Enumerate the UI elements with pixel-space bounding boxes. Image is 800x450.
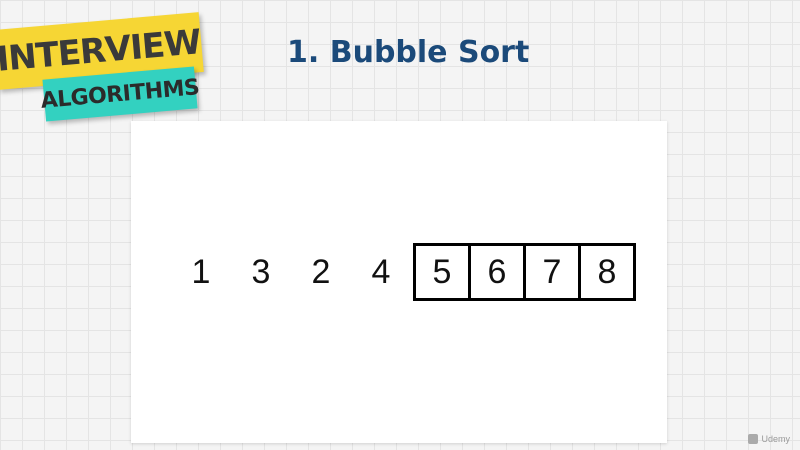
watermark: Udemy — [748, 434, 790, 444]
slide-title: 1. Bubble Sort — [287, 35, 530, 70]
udemy-logo-icon — [748, 434, 759, 444]
array-element-sorted: 6 — [468, 246, 523, 298]
array-element-unsorted: 4 — [371, 252, 391, 291]
array-element-sorted: 5 — [432, 252, 452, 291]
watermark-text: Udemy — [761, 434, 790, 444]
course-logo: INTERVIEW ALGORITHMS — [0, 0, 210, 135]
array-element-sorted: 7 — [523, 246, 578, 298]
array-element-sorted: 8 — [578, 246, 633, 298]
array-row: 1 3 2 4 5 6 7 8 — [171, 243, 636, 301]
diagram-panel: 1 3 2 4 5 6 7 8 — [131, 121, 667, 443]
array-element-unsorted: 1 — [191, 252, 211, 291]
sorted-boxes: 5 6 7 8 — [413, 243, 636, 301]
array-element-unsorted: 3 — [251, 252, 271, 291]
array-element-unsorted: 2 — [311, 252, 331, 291]
logo-text-algorithms: ALGORITHMS — [39, 74, 201, 114]
